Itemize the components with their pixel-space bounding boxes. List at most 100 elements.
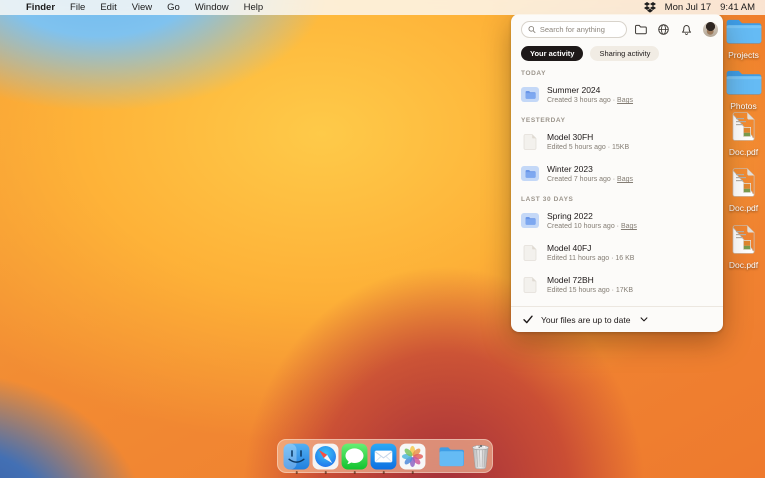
activity-list: TODAY Summer 2024 Created 3 hours ago · … [511, 61, 723, 306]
desktop-icon-image [724, 68, 764, 100]
item-meta: Created 10 hours ago · Bags [547, 223, 637, 230]
desktop-icon-label: Projects [728, 50, 759, 60]
photos-dock-icon [399, 443, 426, 470]
item-link[interactable]: Bags [617, 97, 633, 104]
search-box[interactable] [521, 21, 627, 38]
dock-folder-icon [439, 447, 464, 467]
panel-header [511, 14, 723, 38]
tab-sharing-activity[interactable]: Sharing activity [590, 46, 660, 61]
desktop-icon-doc-pdf[interactable]: Doc.pdf [722, 112, 765, 157]
dock-item-safari[interactable] [312, 443, 339, 470]
section-header: YESTERDAY [521, 117, 566, 124]
activity-list-item[interactable]: Model 40FJ Edited 11 hours ago · 16 KB [521, 239, 713, 266]
desktop-icon-doc-pdf[interactable]: Doc.pdf [722, 168, 765, 213]
menu-bar-menus: Finder File Edit View Go Window Help [26, 2, 263, 13]
file-page-icon [523, 244, 537, 261]
search-icon [528, 26, 536, 34]
panel-header-icons [634, 22, 718, 37]
desktop-icon-doc-pdf[interactable]: Doc.pdf [722, 225, 765, 270]
messages-dock-icon [341, 443, 368, 470]
item-link[interactable]: Bags [621, 223, 637, 230]
menu-item-help[interactable]: Help [244, 2, 264, 13]
dropbox-menubar-icon[interactable] [643, 2, 656, 13]
item-title: Summer 2024 [547, 85, 601, 95]
menu-item-window[interactable]: Window [195, 2, 229, 13]
section-items: Spring 2022 Created 10 hours ago · Bags … [521, 207, 713, 298]
item-meta: Edited 5 hours ago · 15KB [547, 144, 630, 151]
item-text: Spring 2022 Created 10 hours ago · Bags [547, 211, 637, 230]
section-items: Summer 2024 Created 3 hours ago · Bags [521, 81, 713, 108]
item-link[interactable]: Bags [617, 176, 633, 183]
activity-list-item[interactable]: Spring 2022 Created 10 hours ago · Bags [521, 207, 713, 234]
desktop-icon-label: Doc.pdf [728, 260, 759, 270]
section-header: LAST 30 DAYS [521, 196, 574, 203]
menu-item-go[interactable]: Go [167, 2, 180, 13]
item-meta: Created 3 hours ago · Bags [547, 97, 634, 104]
trash-dock-icon [472, 444, 489, 470]
sync-status-text: Your files are up to date [541, 314, 631, 325]
globe-icon[interactable] [657, 23, 670, 36]
folder-tile-icon [521, 87, 539, 102]
dock-item-trash[interactable] [467, 443, 494, 470]
menu-bar: Finder File Edit View Go Window Help Mon Jul … [0, 0, 765, 15]
folder-icon[interactable] [634, 23, 647, 36]
item-meta: Edited 11 hours ago · 16 KB [547, 255, 635, 262]
dock-item-finder[interactable] [283, 443, 310, 470]
pdf-document-icon [732, 225, 755, 254]
menu-item-edit[interactable]: Edit [100, 2, 116, 13]
activity-section: LAST 30 DAYS Spring 2022 Created 10 hour… [521, 196, 713, 298]
menubar-date[interactable]: Mon Jul 17 [665, 2, 711, 13]
activity-list-item[interactable]: Summer 2024 Created 3 hours ago · Bags [521, 81, 713, 108]
dock-item-mail[interactable] [370, 443, 397, 470]
dock-item-folder[interactable] [438, 443, 465, 470]
item-title: Model 30FH [547, 132, 594, 142]
desktop-icon-column: Projects Photos Doc.pdf Doc.pdf Doc.pdf [722, 0, 765, 478]
tab-your-activity[interactable]: Your activity [521, 46, 584, 61]
menu-item-view[interactable]: View [132, 2, 152, 13]
desktop-icon-projects[interactable]: Projects [722, 17, 765, 60]
search-input[interactable] [539, 25, 620, 34]
chevron-down-icon[interactable] [640, 317, 648, 322]
section-header: TODAY [521, 70, 547, 77]
item-title: Model 40FJ [547, 243, 592, 253]
activity-list-item[interactable]: Winter 2023 Created 7 hours ago · Bags [521, 160, 713, 187]
dock-item-messages[interactable] [341, 443, 368, 470]
dock-item-photos[interactable] [399, 443, 426, 470]
item-title: Spring 2022 [547, 211, 593, 221]
activity-tabs: Your activity Sharing activity [511, 38, 723, 61]
menubar-clock[interactable]: 9:41 AM [720, 2, 755, 13]
item-text: Model 40FJ Edited 11 hours ago · 16 KB [547, 243, 634, 262]
user-avatar[interactable] [703, 22, 718, 37]
section-items: Model 30FH Edited 5 hours ago · 15KB Win… [521, 128, 713, 187]
folder-tile-icon [521, 166, 539, 181]
activity-section: YESTERDAY Model 30FH Edited 5 hours ago … [521, 117, 713, 187]
activity-list-item[interactable]: Model 30FH Edited 5 hours ago · 15KB [521, 128, 713, 155]
activity-section: TODAY Summer 2024 Created 3 hours ago · … [521, 70, 713, 108]
dropbox-activity-panel: Your activity Sharing activity TODAY Sum… [511, 14, 723, 332]
folder-icon [726, 19, 761, 44]
item-text: Winter 2023 Created 7 hours ago · Bags [547, 164, 633, 183]
item-meta: Created 7 hours ago · Bags [547, 176, 634, 183]
menu-bar-status: Mon Jul 17 9:41 AM [643, 2, 755, 13]
check-icon [523, 315, 533, 324]
desktop-icon-image [731, 112, 756, 146]
desktop-icon-image [724, 17, 764, 49]
desktop-icon-photos[interactable]: Photos [722, 68, 765, 111]
pdf-document-icon [732, 112, 755, 141]
desktop-icon-label: Doc.pdf [728, 147, 759, 157]
file-page-icon [523, 133, 537, 150]
app-menu-finder[interactable]: Finder [26, 2, 55, 13]
bell-icon[interactable] [680, 23, 693, 36]
item-title: Winter 2023 [547, 164, 593, 174]
item-text: Model 72BH Edited 15 hours ago · 17KB [547, 275, 633, 294]
menu-item-file[interactable]: File [70, 2, 85, 13]
desktop-icon-label: Doc.pdf [728, 203, 759, 213]
desktop-icon-label: Photos [730, 101, 757, 111]
mail-dock-icon [370, 443, 397, 470]
activity-list-item[interactable]: Model 72BH Edited 15 hours ago · 17KB [521, 271, 713, 298]
pdf-document-icon [732, 168, 755, 197]
item-meta: Edited 15 hours ago · 17KB [547, 287, 634, 294]
item-text: Model 30FH Edited 5 hours ago · 15KB [547, 132, 629, 151]
desktop-icon-image [731, 225, 756, 259]
safari-dock-icon [312, 443, 339, 470]
